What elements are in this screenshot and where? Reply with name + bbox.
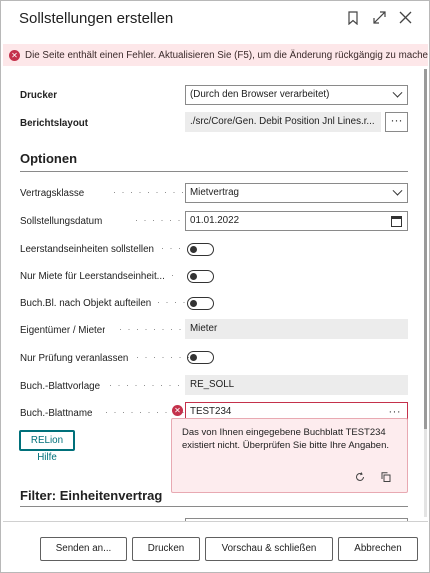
buchbl-label: Buch.Bl. nach Objekt aufteilen xyxy=(20,298,152,309)
leader-dots: · · · · · · · · · · xyxy=(113,187,194,197)
dialog: Sollstellungen erstellen ✕ Die Seite ent… xyxy=(0,0,430,573)
dialog-title: Sollstellungen erstellen xyxy=(19,10,174,27)
cancel-button[interactable]: Abbrechen xyxy=(338,537,418,561)
error-icon: ✕ xyxy=(172,405,183,416)
leader-dots: · · · · · · · xyxy=(136,352,192,362)
bookmark-icon[interactable] xyxy=(347,11,359,26)
preview-close-button[interactable]: Vorschau & schließen xyxy=(205,537,333,561)
leader-dots: · · · · · · · xyxy=(135,215,191,225)
print-button[interactable]: Drucken xyxy=(132,537,200,561)
drucker-value: (Durch den Browser verarbeitet) xyxy=(190,89,330,100)
copy-icon[interactable] xyxy=(381,472,391,482)
chevron-down-icon xyxy=(392,87,403,98)
error-tooltip: Das von Ihnen eingegebene Buchblatt TEST… xyxy=(171,418,408,493)
scrollbar-thumb[interactable] xyxy=(424,69,427,429)
expand-icon[interactable] xyxy=(373,11,386,25)
leader-dots: · · · xyxy=(161,243,183,253)
calendar-icon[interactable] xyxy=(391,216,402,227)
berichtslayout-label: Berichtslayout xyxy=(20,118,89,129)
nur-miete-toggle[interactable] xyxy=(187,270,214,283)
sollstellungsdatum-label: Sollstellungsdatum xyxy=(20,216,103,227)
error-icon: ✕ xyxy=(9,49,20,61)
relion-help-button[interactable]: RELion Hilfe xyxy=(19,430,75,463)
footer-divider xyxy=(3,521,428,522)
optionen-heading[interactable]: Optionen xyxy=(20,151,77,166)
refresh-icon[interactable] xyxy=(355,472,365,482)
filter-heading[interactable]: Filter: Einheitenvertrag xyxy=(20,488,162,503)
berichtslayout-lookup-button[interactable]: ··· xyxy=(385,112,408,132)
leerstand-toggle[interactable] xyxy=(187,243,214,256)
eigentuemer-label: Eigentümer / Mieter xyxy=(20,325,106,336)
blattvorlage-field: RE_SOLL xyxy=(185,375,408,395)
error-banner-text: Die Seite enthält einen Fehler. Aktualis… xyxy=(25,49,428,61)
blattname-value: TEST234 xyxy=(190,406,232,417)
send-to-button[interactable]: Senden an... xyxy=(40,537,127,561)
eigentuemer-field: Mieter xyxy=(185,319,408,339)
window-controls xyxy=(347,11,412,26)
vertragsklasse-value: Mietvertrag xyxy=(190,187,239,198)
leader-dots: · xyxy=(171,270,176,280)
pruefung-toggle[interactable] xyxy=(187,351,214,364)
blattvorlage-label: Buch.-Blattvorlage xyxy=(20,381,101,392)
vertragsklasse-select[interactable]: Mietvertrag xyxy=(185,183,408,203)
tooltip-actions xyxy=(355,472,391,482)
drucker-select[interactable]: (Durch den Browser verarbeitet) xyxy=(185,85,408,105)
leader-dots: · · · · · · · · · xyxy=(119,324,192,334)
berichtslayout-field[interactable]: ./src/Core/Gen. Debit Position Jnl Lines… xyxy=(185,112,381,132)
nur-miete-label: Nur Miete für Leerstandseinheit... xyxy=(20,271,165,282)
drucker-label: Drucker xyxy=(20,90,58,101)
close-icon[interactable] xyxy=(399,11,412,25)
vertragsklasse-label: Vertragsklasse xyxy=(20,188,85,199)
filter-divider xyxy=(20,506,408,507)
chevron-down-icon xyxy=(392,185,403,196)
blattname-label: Buch.-Blattname xyxy=(20,408,93,419)
buchbl-toggle[interactable] xyxy=(187,297,214,310)
blattvorlage-value: RE_SOLL xyxy=(190,379,235,390)
sollstellungsdatum-field[interactable]: 01.01.2022 xyxy=(185,211,408,231)
eigentuemer-value: Mieter xyxy=(190,323,218,334)
berichtslayout-value: ./src/Core/Gen. Debit Position Jnl Lines… xyxy=(190,116,375,127)
pruefung-label: Nur Prüfung veranlassen xyxy=(20,353,129,364)
sollstellungsdatum-value: 01.01.2022 xyxy=(190,215,240,226)
leader-dots: · · · · xyxy=(157,297,187,307)
optionen-divider xyxy=(20,171,408,172)
error-tooltip-text: Das von Ihnen eingegebene Buchblatt TEST… xyxy=(182,427,390,451)
leerstand-label: Leerstandseinheiten sollstellen xyxy=(20,244,154,255)
error-banner: ✕ Die Seite enthält einen Fehler. Aktual… xyxy=(3,44,428,66)
